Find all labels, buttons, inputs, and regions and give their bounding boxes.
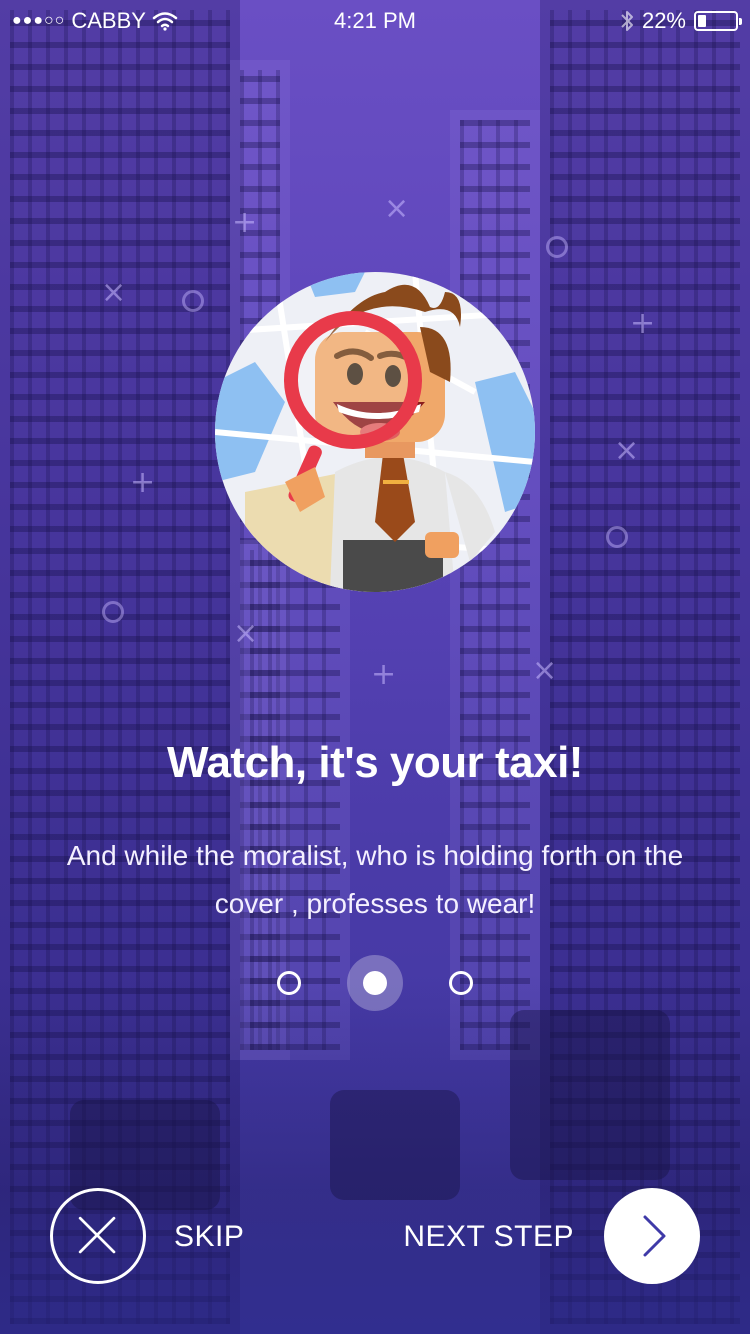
bluetooth-icon	[621, 11, 633, 31]
bottom-actions: SKIP NEXT STEP	[0, 1188, 750, 1284]
page-dot-2-active[interactable]	[347, 955, 403, 1011]
cross-decoration: ×	[384, 191, 410, 226]
cross-decoration: ×	[101, 275, 127, 310]
truck	[510, 1010, 670, 1180]
battery-icon	[694, 11, 742, 31]
page-indicator	[0, 955, 750, 1011]
plus-decoration: +	[130, 465, 156, 500]
next-step-label[interactable]: NEXT STEP	[403, 1220, 574, 1254]
ring-decoration	[546, 236, 568, 258]
close-icon	[78, 1216, 116, 1254]
skip-label[interactable]: SKIP	[174, 1220, 244, 1254]
page-title: Watch, it's your taxi!	[167, 738, 583, 787]
status-right: 22%	[620, 8, 742, 34]
businessman-magnifier-illustration	[215, 272, 535, 592]
battery-fill	[698, 15, 706, 27]
car	[330, 1090, 460, 1200]
page-description: And while the moralist, who is holding f…	[66, 840, 684, 919]
page-dot-3[interactable]	[449, 971, 473, 995]
battery-percent: 22%	[641, 8, 686, 33]
cross-decoration: ×	[233, 616, 259, 651]
ring-decoration	[102, 601, 124, 623]
skip-button[interactable]	[50, 1188, 146, 1284]
plus-decoration: +	[371, 657, 397, 692]
plus-decoration: +	[232, 205, 258, 240]
cross-decoration: ×	[532, 653, 558, 688]
ring-decoration	[606, 526, 628, 548]
onboarding-illustration	[215, 272, 535, 592]
status-bar: ●●●○○ CABBY 4:21 PM 22%	[0, 0, 750, 40]
ring-decoration	[182, 290, 204, 312]
cross-decoration: ×	[614, 433, 640, 468]
page-dot-1[interactable]	[277, 971, 301, 995]
chevron-right-icon	[643, 1215, 666, 1257]
next-step-button[interactable]	[604, 1188, 700, 1284]
plus-decoration: +	[630, 306, 656, 341]
